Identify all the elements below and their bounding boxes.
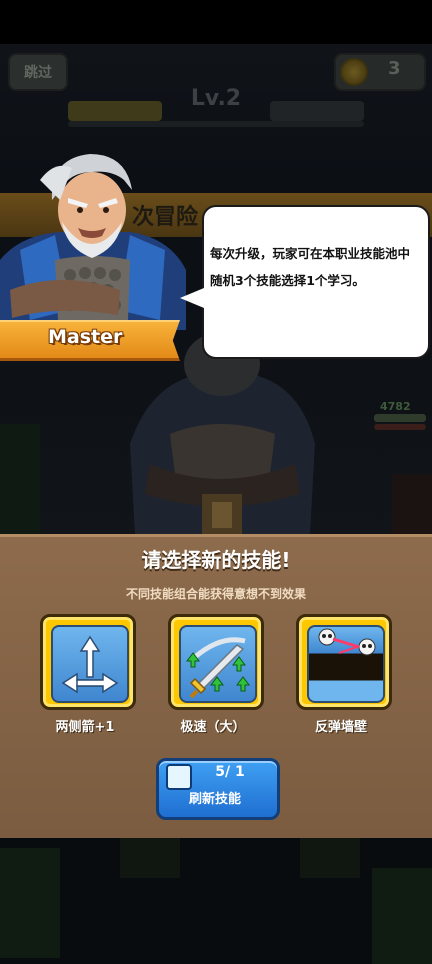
skill-card-side-arrows[interactable] (40, 614, 136, 710)
refresh-label: 刷新技能 (188, 792, 241, 807)
enemy-sprite (392, 474, 432, 534)
status-bar (0, 0, 432, 44)
skill-label-side-arrows: 两侧箭+1 (55, 720, 115, 735)
skill-panel-title: 请选择新的技能! (141, 548, 291, 572)
enemy-hp-bar (374, 414, 426, 422)
skill-panel-subtitle: 不同技能组合能获得意想不到效果 (125, 587, 306, 601)
wall-tile (372, 868, 432, 964)
skill-card-bounce-wall[interactable] (296, 614, 392, 710)
wall-tile (120, 838, 180, 878)
skip-button[interactable]: 跳过 (8, 53, 68, 91)
coin-count: 3 (388, 58, 401, 79)
skill-card-icon-frame (51, 625, 129, 703)
master-portrait-icon (0, 154, 186, 330)
speaker-name: Master (48, 326, 123, 348)
level-label: Lv.2 (190, 86, 242, 111)
wall-tile (0, 848, 60, 958)
bounce-wall-icon (318, 628, 376, 656)
skill-label-bounce-wall: 反弹墙壁 (314, 720, 367, 735)
speech-bubble-text: 每次升级，玩家可在本职业技能池中随机3个技能选择1个学习。 (210, 246, 411, 288)
skill-label-speed: 极速（大） (180, 720, 246, 735)
speech-bubble-tail (180, 288, 204, 308)
skill-card-icon-frame (307, 625, 385, 703)
refresh-icon (166, 764, 192, 790)
enemy-hp-value: 4782 (380, 400, 411, 413)
wall-tile (300, 838, 360, 878)
speed-sword-icon (186, 637, 250, 699)
side-arrows-icon (61, 635, 119, 694)
level-bar-right (270, 101, 364, 121)
enemy-damage-bar (374, 424, 426, 430)
coin-icon (340, 58, 368, 86)
bottom-game-area (0, 838, 432, 964)
xp-bar (68, 121, 364, 127)
skill-card-speed[interactable] (168, 614, 264, 710)
level-bar-left (68, 101, 162, 121)
skill-card-icon-frame (179, 625, 257, 703)
refresh-count: 5/ 1 (215, 764, 245, 780)
wall-tile (0, 424, 40, 534)
